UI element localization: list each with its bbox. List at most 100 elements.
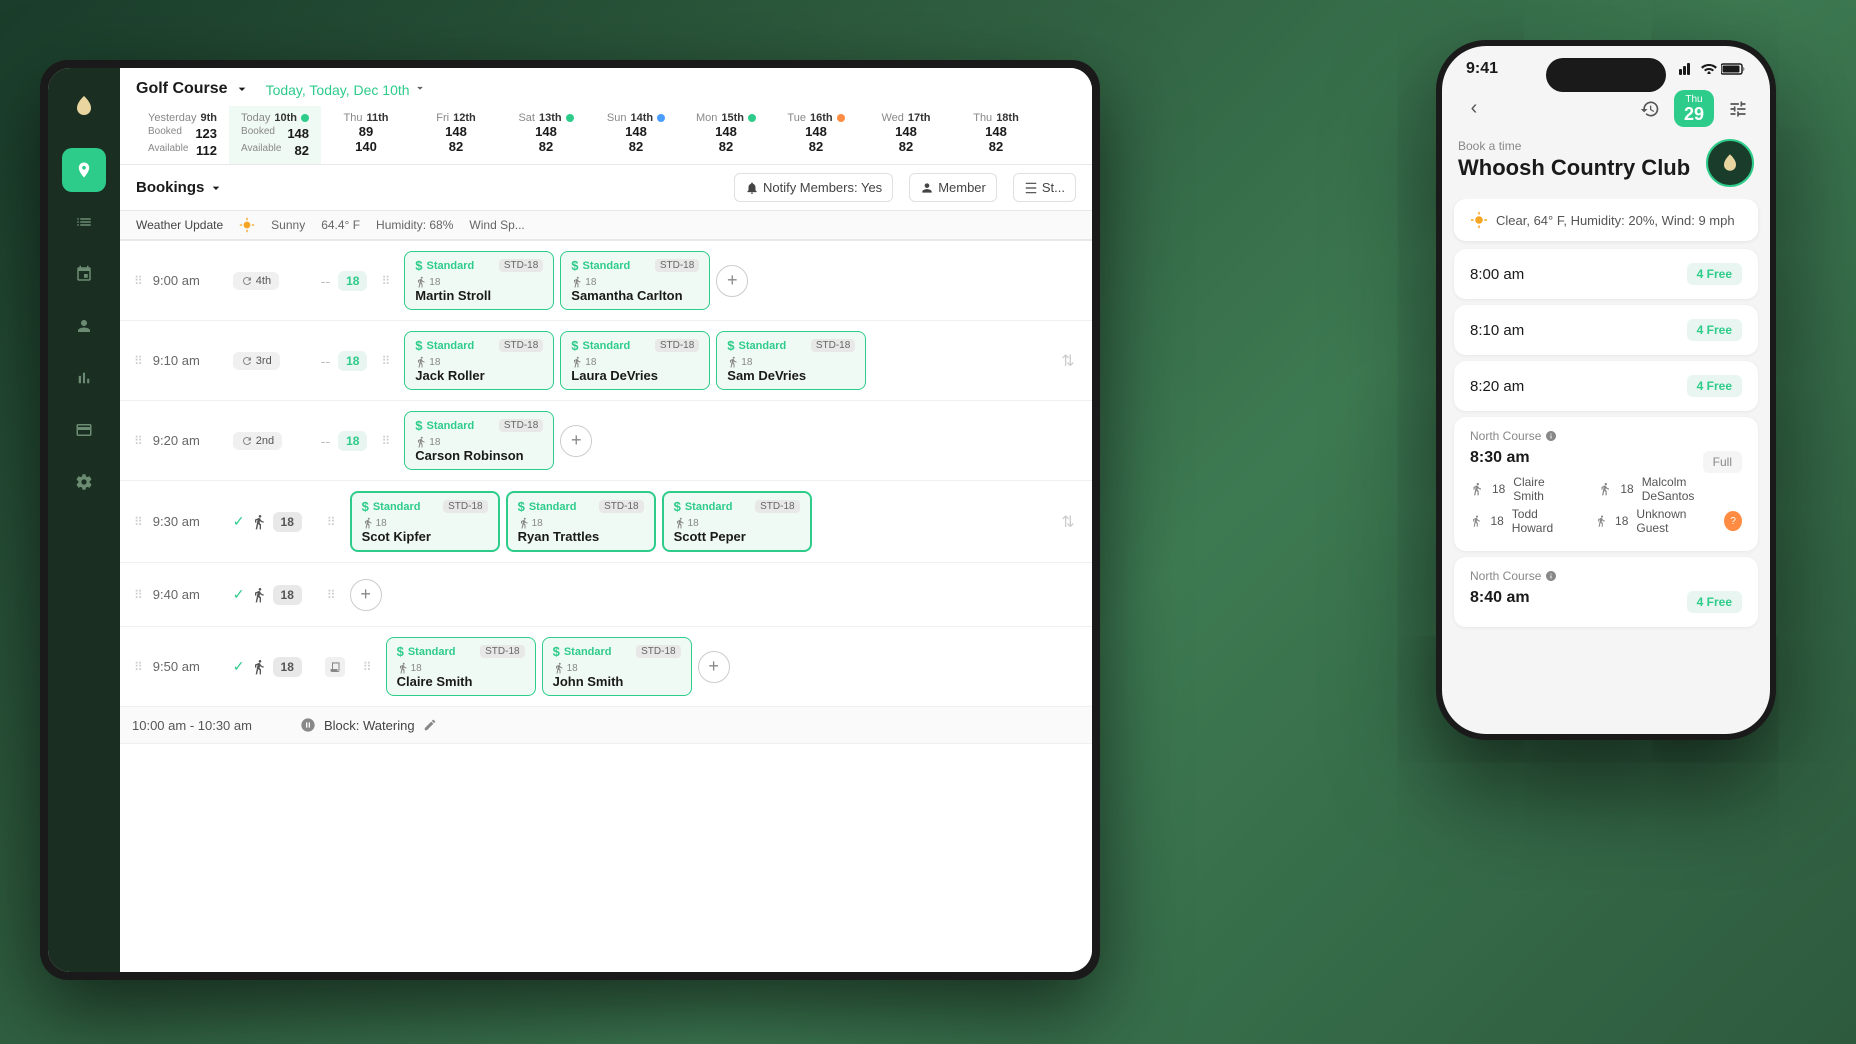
booking-samantha-carlton[interactable]: $ Standard STD-18 18 Samantha Carlton (560, 251, 710, 310)
fri12-num: 12th (453, 112, 476, 124)
drag-handle-920[interactable]: ⠿ (132, 432, 145, 450)
today-num: 10th (274, 112, 297, 124)
phone-slot-840[interactable]: North Course 8:40 am 4 Free (1454, 557, 1758, 627)
sun14-dot (657, 114, 665, 122)
date-col-mon15[interactable]: Mon 15th 148 82 (681, 106, 771, 164)
booking-carson-robinson[interactable]: $ Standard STD-18 18 Carson Robinson (404, 411, 554, 470)
receipt-svg-950 (329, 661, 341, 673)
add-booking-950[interactable]: + (698, 651, 730, 683)
sidebar-item-calendar[interactable] (62, 252, 106, 296)
phone-free-800: 4 Free (1687, 263, 1742, 285)
phone-time-800: 8:00 am (1470, 266, 1524, 283)
mon15-label: Mon (696, 112, 717, 124)
walk-icon-950 (251, 659, 267, 675)
tue16-dot (837, 114, 845, 122)
drag-handle2-900[interactable]: ⠿ (379, 272, 392, 290)
member-button[interactable]: Member (909, 173, 997, 202)
booking-scot-kipfer[interactable]: $ Standard STD-18 18 Scot Kipfer (350, 491, 500, 552)
time-slot-900: ⠿ 9:00 am 4th -- 18 ⠿ (120, 241, 1092, 321)
sidebar-item-list[interactable] (62, 200, 106, 244)
thu11-label: Thu (344, 112, 363, 124)
course-selector[interactable]: Golf Course (136, 80, 250, 98)
date-col-sat13[interactable]: Sat 13th 148 82 (501, 106, 591, 164)
walk-icon-930-2 (518, 517, 530, 529)
mon15-booked: 148 (693, 124, 759, 139)
booking-martin-stroll[interactable]: $ Standard STD-18 18 Martin Stroll (404, 251, 554, 310)
sat13-avail: 82 (513, 139, 579, 154)
booking-ryan-trattles[interactable]: $ Standard STD-18 18 Ryan Trattles (506, 491, 656, 552)
sidebar-item-chart[interactable] (62, 356, 106, 400)
history-button[interactable] (1634, 93, 1666, 125)
yesterday-booked-label: Booked (148, 126, 182, 141)
drag-handle2-940[interactable]: ⠿ (325, 586, 338, 604)
phone-slot-830[interactable]: North Course 8:30 am Full 18 Claire Smit… (1454, 417, 1758, 551)
date-col-tue16[interactable]: Tue 16th 148 82 (771, 106, 861, 164)
date-col-thu11[interactable]: Thu 11th 89 140 (321, 106, 411, 164)
main-content: Golf Course Today, Today, Dec 10th Yeste… (120, 68, 1092, 972)
notify-members-button[interactable]: Notify Members: Yes (734, 173, 893, 202)
today-avail-count: 82 (295, 143, 309, 158)
holes-910: 18 (338, 351, 367, 371)
date-badge[interactable]: Thu 29 (1674, 90, 1714, 127)
drag-handle2-950[interactable]: ⠿ (361, 658, 374, 676)
course-name: Golf Course (136, 80, 228, 98)
sidebar-item-settings[interactable] (62, 460, 106, 504)
thu18-label: Thu (973, 112, 992, 124)
drag-handle2-920[interactable]: ⠿ (379, 432, 392, 450)
walk-icon-930 (251, 514, 267, 530)
booking-laura-devries[interactable]: $ Standard STD-18 18 Laura DeVries (560, 331, 710, 390)
phone-course-header-830: North Course (1470, 429, 1742, 443)
drag-handle-950[interactable]: ⠿ (132, 658, 145, 676)
golfer-icon-2 (1598, 482, 1612, 496)
drag-handle-930[interactable]: ⠿ (132, 513, 145, 531)
fri12-avail: 82 (423, 139, 489, 154)
sidebar-item-card[interactable] (62, 408, 106, 452)
add-booking-920[interactable]: + (560, 425, 592, 457)
phone-slot-810[interactable]: 8:10 am 4 Free (1454, 305, 1758, 355)
sidebar-item-pin[interactable] (62, 148, 106, 192)
add-booking-940[interactable]: + (350, 579, 382, 611)
edit-block-icon[interactable] (423, 718, 437, 732)
phone-slot-820[interactable]: 8:20 am 4 Free (1454, 361, 1758, 411)
booking-sam-devries[interactable]: $ Standard STD-18 18 Sam DeVries (716, 331, 866, 390)
booking-john-smith[interactable]: $ Standard STD-18 18 John Smith (542, 637, 692, 696)
filter-button[interactable] (1722, 93, 1754, 125)
drag-handle-910[interactable]: ⠿ (132, 352, 145, 370)
booking-scott-peper[interactable]: $ Standard STD-18 18 Scott Peper (662, 491, 812, 552)
holes-900-2: 18 (585, 277, 596, 288)
phone-slot-800[interactable]: 8:00 am 4 Free (1454, 249, 1758, 299)
date-today-prefix: Today, (266, 82, 310, 98)
add-booking-900[interactable]: + (716, 265, 748, 297)
booking-jack-roller[interactable]: $ Standard STD-18 18 Jack Roller (404, 331, 554, 390)
golfer-name-1: Claire Smith (1513, 475, 1578, 503)
booking-type-label-900-2: Standard (583, 260, 631, 272)
resize-930[interactable]: ⇅ (1056, 512, 1080, 532)
booking-claire-smith[interactable]: $ Standard STD-18 18 Claire Smith (386, 637, 536, 696)
walk-icon-950-2 (553, 662, 565, 674)
drag-handle2-910[interactable]: ⠿ (379, 352, 392, 370)
date-col-yesterday[interactable]: Yesterday 9th Booked 123 Available 112 (136, 106, 229, 164)
block-label: Block: Watering (324, 718, 415, 733)
date-col-sun14[interactable]: Sun 14th 148 82 (591, 106, 681, 164)
date-selector[interactable]: Today, Today, Dec 10th (266, 81, 428, 98)
bookings-menu-button[interactable]: Bookings (136, 179, 224, 196)
phone-nav-right: Thu 29 (1634, 90, 1754, 127)
golfer-claire-smith: 18 Claire Smith 18 Malcolm DeSantos (1470, 475, 1742, 503)
drag-handle-940[interactable]: ⠿ (132, 586, 145, 604)
date-col-wed17[interactable]: Wed 17th 148 82 (861, 106, 951, 164)
tablet-device: Golf Course Today, Today, Dec 10th Yeste… (40, 60, 1100, 980)
start-button[interactable]: St... (1013, 173, 1076, 202)
booking-name-910-3: Sam DeVries (727, 368, 855, 383)
date-col-today[interactable]: Today 10th Booked 148 Available 82 (229, 106, 321, 164)
resize-910[interactable]: ⇅ (1056, 351, 1080, 371)
sidebar-item-person[interactable] (62, 304, 106, 348)
date-col-thu18[interactable]: Thu 18th 148 82 (951, 106, 1041, 164)
wed17-num: 17th (908, 112, 931, 124)
walk-icon-920-1 (415, 436, 427, 448)
drag-handle-900[interactable]: ⠿ (132, 272, 145, 290)
phone-scroll-content[interactable]: Clear, 64° F, Humidity: 20%, Wind: 9 mph… (1442, 199, 1770, 687)
drag-handle2-930[interactable]: ⠿ (325, 513, 338, 531)
back-button[interactable]: ‹ (1458, 93, 1490, 125)
date-col-fri12[interactable]: Fri 12th 148 82 (411, 106, 501, 164)
walk-icon-910-1 (415, 356, 427, 368)
